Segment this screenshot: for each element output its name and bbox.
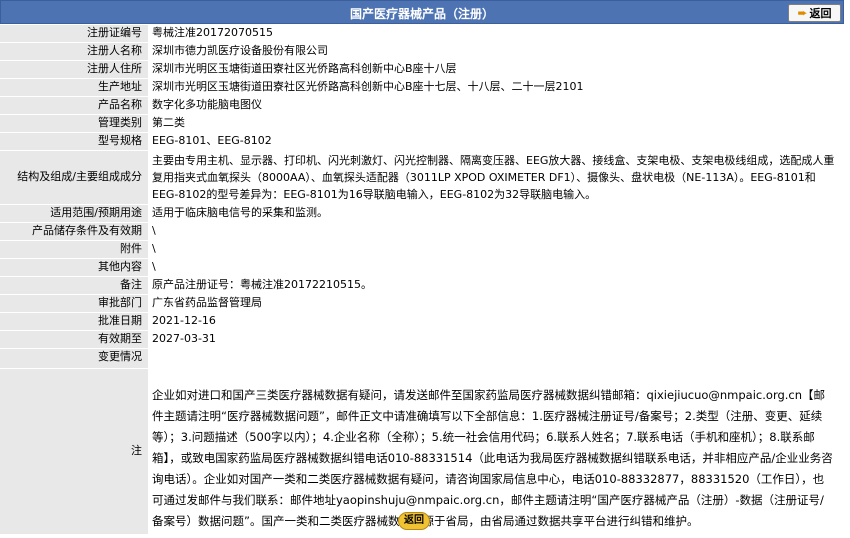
row-value: 适用于临床脑电信号的采集和监测。: [148, 203, 844, 222]
table-row: 注册人名称 深圳市德力凯医疗设备股份有限公司: [0, 41, 844, 60]
row-value: 广东省药品监督管理局: [148, 293, 844, 312]
row-value: 主要由专用主机、显示器、打印机、闪光刺激灯、闪光控制器、隔离变压器、EEG放大器…: [148, 149, 844, 204]
row-value: 数字化多功能脑电图仪: [148, 95, 844, 114]
row-label: 生产地址: [0, 77, 148, 96]
row-value: 深圳市德力凯医疗设备股份有限公司: [148, 41, 844, 60]
row-label: 其他内容: [0, 257, 148, 276]
table-row: 结构及组成/主要组成成分 主要由专用主机、显示器、打印机、闪光刺激灯、闪光控制器…: [0, 149, 844, 204]
table-row: 产品储存条件及有效期 \: [0, 221, 844, 240]
table-row: 注 企业如对进口和国产三类医疗器械数据有疑问，请发送邮件至国家药监局医疗器械数据…: [0, 367, 844, 534]
row-value: 2027-03-31: [148, 329, 844, 348]
row-value: \: [148, 257, 844, 276]
notice-text: 企业如对进口和国产三类医疗器械数据有疑问，请发送邮件至国家药监局医疗器械数据纠错…: [148, 367, 844, 534]
page-title: 国产医疗器械产品（注册）: [349, 7, 494, 21]
table-row: 管理类别 第二类: [0, 113, 844, 132]
row-value: 原产品注册证号：粤械注准20172210515。: [148, 275, 844, 294]
row-label: 变更情况: [0, 347, 148, 368]
table-row: 注册人住所 深圳市光明区玉塘街道田寮社区光侨路高科创新中心B座十八层: [0, 59, 844, 78]
row-value: 2021-12-16: [148, 311, 844, 330]
row-label: 备注: [0, 275, 148, 294]
back-button-label: 返回: [809, 7, 832, 20]
row-label: 适用范围/预期用途: [0, 203, 148, 222]
table-row: 其他内容 \: [0, 257, 844, 276]
row-value: EEG-8101、EEG-8102: [148, 131, 844, 150]
row-label: 注: [0, 367, 148, 534]
row-label: 型号规格: [0, 131, 148, 150]
table-row: 审批部门 广东省药品监督管理局: [0, 293, 844, 312]
row-label: 批准日期: [0, 311, 148, 330]
footer-back-button[interactable]: 返回: [398, 512, 430, 530]
detail-table: 注册证编号 粤械注准20172070515 注册人名称 深圳市德力凯医疗设备股份…: [0, 25, 844, 534]
row-label: 产品名称: [0, 95, 148, 114]
table-row: 批准日期 2021-12-16: [0, 311, 844, 330]
row-value: 粤械注准20172070515: [148, 25, 844, 42]
row-label: 产品储存条件及有效期: [0, 221, 148, 240]
row-value: 第二类: [148, 113, 844, 132]
row-label: 管理类别: [0, 113, 148, 132]
table-row: 变更情况: [0, 347, 844, 368]
row-value: 深圳市光明区玉塘街道田寮社区光侨路高科创新中心B座十八层: [148, 59, 844, 78]
table-row: 有效期至 2027-03-31: [0, 329, 844, 348]
row-label: 结构及组成/主要组成成分: [0, 149, 148, 204]
table-row: 产品名称 数字化多功能脑电图仪: [0, 95, 844, 114]
table-row: 备注 原产品注册证号：粤械注准20172210515。: [0, 275, 844, 294]
row-label: 注册人名称: [0, 41, 148, 60]
back-button[interactable]: ➨ 返回: [788, 4, 841, 22]
arrow-right-icon: ➨: [797, 6, 808, 20]
row-label: 注册证编号: [0, 25, 148, 42]
row-value: \: [148, 239, 844, 258]
row-value: [148, 347, 844, 368]
page-header: 国产医疗器械产品（注册） ➨ 返回: [0, 0, 844, 24]
row-label: 有效期至: [0, 329, 148, 348]
table-row: 注册证编号 粤械注准20172070515: [0, 25, 844, 42]
row-value: \: [148, 221, 844, 240]
row-label: 注册人住所: [0, 59, 148, 78]
table-row: 生产地址 深圳市光明区玉塘街道田寮社区光侨路高科创新中心B座十七层、十八层、二十…: [0, 77, 844, 96]
table-row: 附件 \: [0, 239, 844, 258]
table-row: 型号规格 EEG-8101、EEG-8102: [0, 131, 844, 150]
row-value: 深圳市光明区玉塘街道田寮社区光侨路高科创新中心B座十七层、十八层、二十一层210…: [148, 77, 844, 96]
row-label: 审批部门: [0, 293, 148, 312]
table-row: 适用范围/预期用途 适用于临床脑电信号的采集和监测。: [0, 203, 844, 222]
row-label: 附件: [0, 239, 148, 258]
